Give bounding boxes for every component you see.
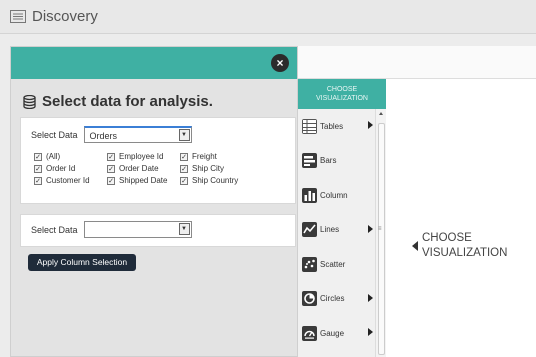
viz-item-bars[interactable]: Bars [298,144,375,179]
column-checkbox[interactable]: ✓ (All) [34,152,107,161]
viz-item-column[interactable]: Column [298,178,375,213]
viz-item-circles[interactable]: Circles [298,282,375,317]
column-checkbox[interactable]: ✓ Ship Country [180,176,253,185]
panel-heading-text: Select data for analysis. [42,93,213,110]
column-checkbox[interactable]: ✓ Shipped Date [107,176,180,185]
checkbox-checked-icon[interactable]: ✓ [34,164,42,173]
panel-header: × [11,47,297,79]
bar-chart-icon [302,153,317,169]
discovery-icon [10,10,26,23]
checkbox-checked-icon[interactable]: ✓ [34,152,42,161]
apply-column-selection-button[interactable]: Apply Column Selection [28,254,136,271]
column-checkbox[interactable]: ✓ Order Id [34,164,107,173]
scroll-thumb[interactable] [378,123,385,355]
arrow-left-icon [412,241,418,251]
close-button[interactable]: × [271,54,289,72]
scatter-icon [302,256,317,272]
viz-item-gauge[interactable]: Gauge [298,316,375,351]
visualization-list: Tables Bars Column Lines Scatter Circles… [298,109,375,357]
database-icon [23,94,36,109]
circle-chart-icon [302,291,317,307]
app-header: Discovery [0,0,536,34]
visualization-scrollbar[interactable]: ≡ [375,109,386,357]
column-checkbox[interactable]: ✓ Customer Id [34,176,107,185]
chevron-right-icon[interactable] [368,224,373,233]
data-source-select[interactable]: Orders ▼ [83,126,192,143]
data-source-card-2: Select Data ▼ [20,214,296,247]
viz-item-tables[interactable]: Tables [298,109,375,144]
data-source-card-1: Select Data Orders ▼ ✓ (All) ✓ Employee Id… [20,117,296,204]
panel-heading: Select data for analysis. [23,93,297,110]
checkbox-checked-icon[interactable]: ✓ [180,152,188,161]
visualization-toolbar [298,46,536,79]
chevron-down-icon[interactable]: ▼ [178,129,190,141]
viz-item-lines[interactable]: Lines [298,213,375,248]
choose-visualization-header: CHOOSE VISUALIZATION [298,79,386,109]
grip-icon: ≡ [378,226,382,232]
choose-visualization-hint: CHOOSE VISUALIZATION [412,231,507,261]
chevron-right-icon[interactable] [368,121,373,129]
data-source-select-2[interactable]: ▼ [83,221,192,238]
line-chart-icon [302,222,317,238]
column-checkbox[interactable]: ✓ Employee Id [107,152,180,161]
checkbox-checked-icon[interactable]: ✓ [107,164,115,173]
column-checkbox[interactable]: ✓ Freight [180,152,253,161]
data-source-value: Orders [89,131,118,141]
column-checkbox[interactable]: ✓ Order Date [107,164,180,173]
select-data-label: Select Data [31,129,78,140]
checkbox-checked-icon[interactable]: ✓ [107,152,115,161]
chevron-right-icon[interactable] [368,328,373,336]
checkbox-checked-icon[interactable]: ✓ [107,176,115,185]
checkbox-checked-icon[interactable]: ✓ [180,176,188,185]
column-checkbox[interactable]: ✓ Ship City [180,164,253,173]
checkbox-checked-icon[interactable]: ✓ [34,176,42,185]
data-selection-panel: × Select data for analysis. Select Data … [10,46,298,357]
app-title: Discovery [32,8,98,25]
gauge-icon [302,325,317,341]
checkbox-checked-icon[interactable]: ✓ [180,164,188,173]
visualization-canvas [386,79,536,357]
select-data-label: Select Data [31,224,78,235]
viz-item-scatter[interactable]: Scatter [298,247,375,282]
table-icon [302,118,317,134]
chevron-down-icon[interactable]: ▼ [178,223,190,235]
column-checkboxes: ✓ (All) ✓ Employee Id ✓ Freight ✓ Order Id ✓… [34,152,285,185]
column-chart-icon [302,187,317,203]
chevron-right-icon[interactable] [368,293,373,302]
scroll-up-icon[interactable] [379,112,383,115]
